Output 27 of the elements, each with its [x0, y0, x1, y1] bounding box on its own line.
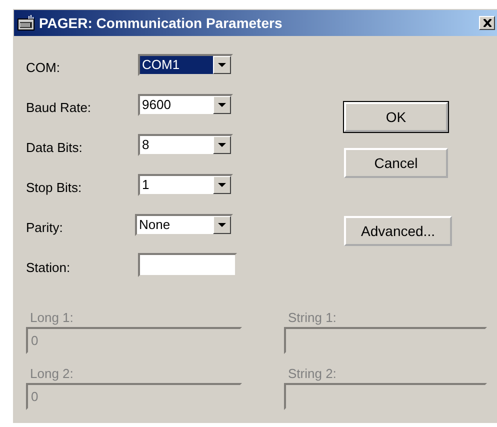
dialog-button[interactable]: Cancel	[344, 148, 448, 178]
dropdown[interactable]: COM1	[138, 54, 233, 76]
station-field[interactable]	[138, 253, 237, 277]
pager-icon	[17, 15, 35, 31]
field-label: String 1:	[287, 310, 338, 325]
dropdown-value: None	[138, 216, 172, 234]
dropdown[interactable]: 1	[138, 174, 233, 196]
close-icon[interactable]	[479, 16, 495, 30]
dialog-button[interactable]: Advanced...	[344, 216, 452, 246]
dropdown[interactable]: 8	[138, 134, 233, 156]
dropdown-value: COM1	[140, 56, 213, 74]
dropdown[interactable]: None	[135, 214, 233, 236]
field-label: Baud Rate:	[26, 98, 92, 114]
field-label: String 2:	[287, 366, 338, 381]
field-label: COM:	[26, 58, 61, 74]
dropdown-value: 8	[141, 136, 150, 154]
dropdown[interactable]: 9600	[138, 94, 233, 116]
field-label: Parity:	[26, 218, 64, 234]
field-label: Station:	[26, 258, 72, 274]
dialog-button[interactable]: OK	[344, 102, 448, 132]
field-label: Long 1:	[29, 310, 74, 325]
field-label: Long 2:	[29, 366, 74, 381]
window-title: PAGER: Communication Parameters	[39, 15, 284, 31]
field-label: Data Bits:	[26, 138, 84, 154]
dropdown-value: 1	[141, 176, 150, 194]
field-label: Stop Bits:	[26, 178, 83, 194]
dropdown-value: 9600	[141, 96, 172, 114]
